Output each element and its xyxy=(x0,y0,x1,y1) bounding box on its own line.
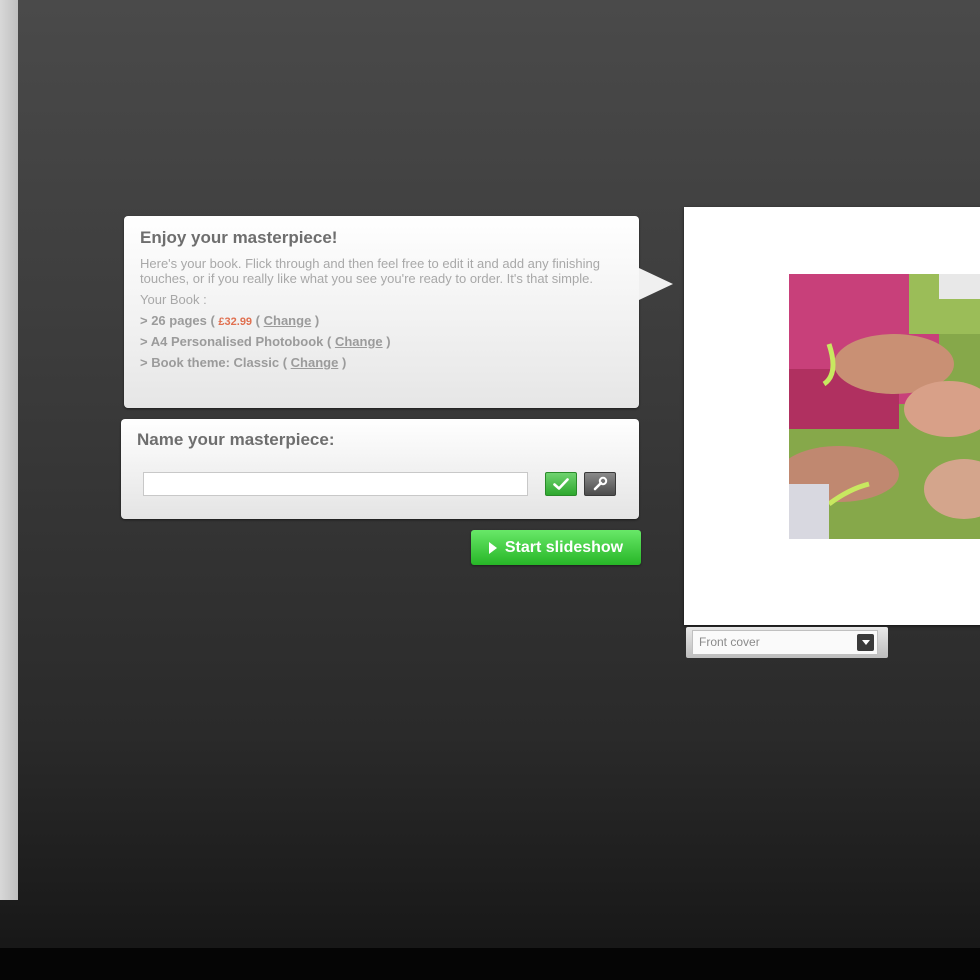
info-title: Enjoy your masterpiece! xyxy=(140,228,338,247)
cover-photo xyxy=(789,274,980,539)
page-select-value: Front cover xyxy=(699,635,760,649)
book-pages-line: > 26 pages ( £32.99 ( Change ) xyxy=(140,313,320,328)
tools-button[interactable] xyxy=(584,472,616,496)
info-panel: Enjoy your masterpiece! Here's your book… xyxy=(124,216,673,408)
cover-photo-image xyxy=(789,274,980,539)
info-description: Here's your book. Flick through and then… xyxy=(140,256,600,286)
bottom-band xyxy=(0,948,980,980)
change-pages-link[interactable]: Change xyxy=(264,313,312,328)
confirm-name-button[interactable] xyxy=(545,472,577,496)
play-icon xyxy=(488,541,497,554)
info-panel-pointer xyxy=(639,268,673,300)
book-format-text: > A4 Personalised Photobook ( xyxy=(140,334,332,349)
book-cover-preview[interactable] xyxy=(684,207,980,625)
change-format-link[interactable]: Change xyxy=(335,334,383,349)
change-theme-link[interactable]: Change xyxy=(291,355,339,370)
book-theme-line: > Book theme: Classic ( Change ) xyxy=(140,355,347,370)
left-edge-strip xyxy=(0,0,18,900)
wrench-icon xyxy=(593,476,608,491)
chevron-down-icon[interactable] xyxy=(857,634,874,651)
start-slideshow-button[interactable]: Start slideshow xyxy=(471,530,641,565)
name-title: Name your masterpiece: xyxy=(137,430,335,449)
your-book-label: Your Book : xyxy=(140,292,207,307)
book-name-input[interactable] xyxy=(143,472,528,496)
book-theme-text: > Book theme: Classic ( xyxy=(140,355,288,370)
app-stage: Enjoy your masterpiece! Here's your book… xyxy=(0,0,980,980)
book-pages-text: > 26 pages ( xyxy=(140,313,219,328)
name-panel: Name your masterpiece: xyxy=(121,419,639,519)
check-icon xyxy=(553,478,569,490)
book-format-line: > A4 Personalised Photobook ( Change ) xyxy=(140,334,391,349)
page-select: Front cover xyxy=(686,627,888,658)
start-slideshow-label: Start slideshow xyxy=(504,538,624,556)
book-price: £32.99 xyxy=(218,316,253,328)
page-select-box[interactable]: Front cover xyxy=(692,630,878,655)
